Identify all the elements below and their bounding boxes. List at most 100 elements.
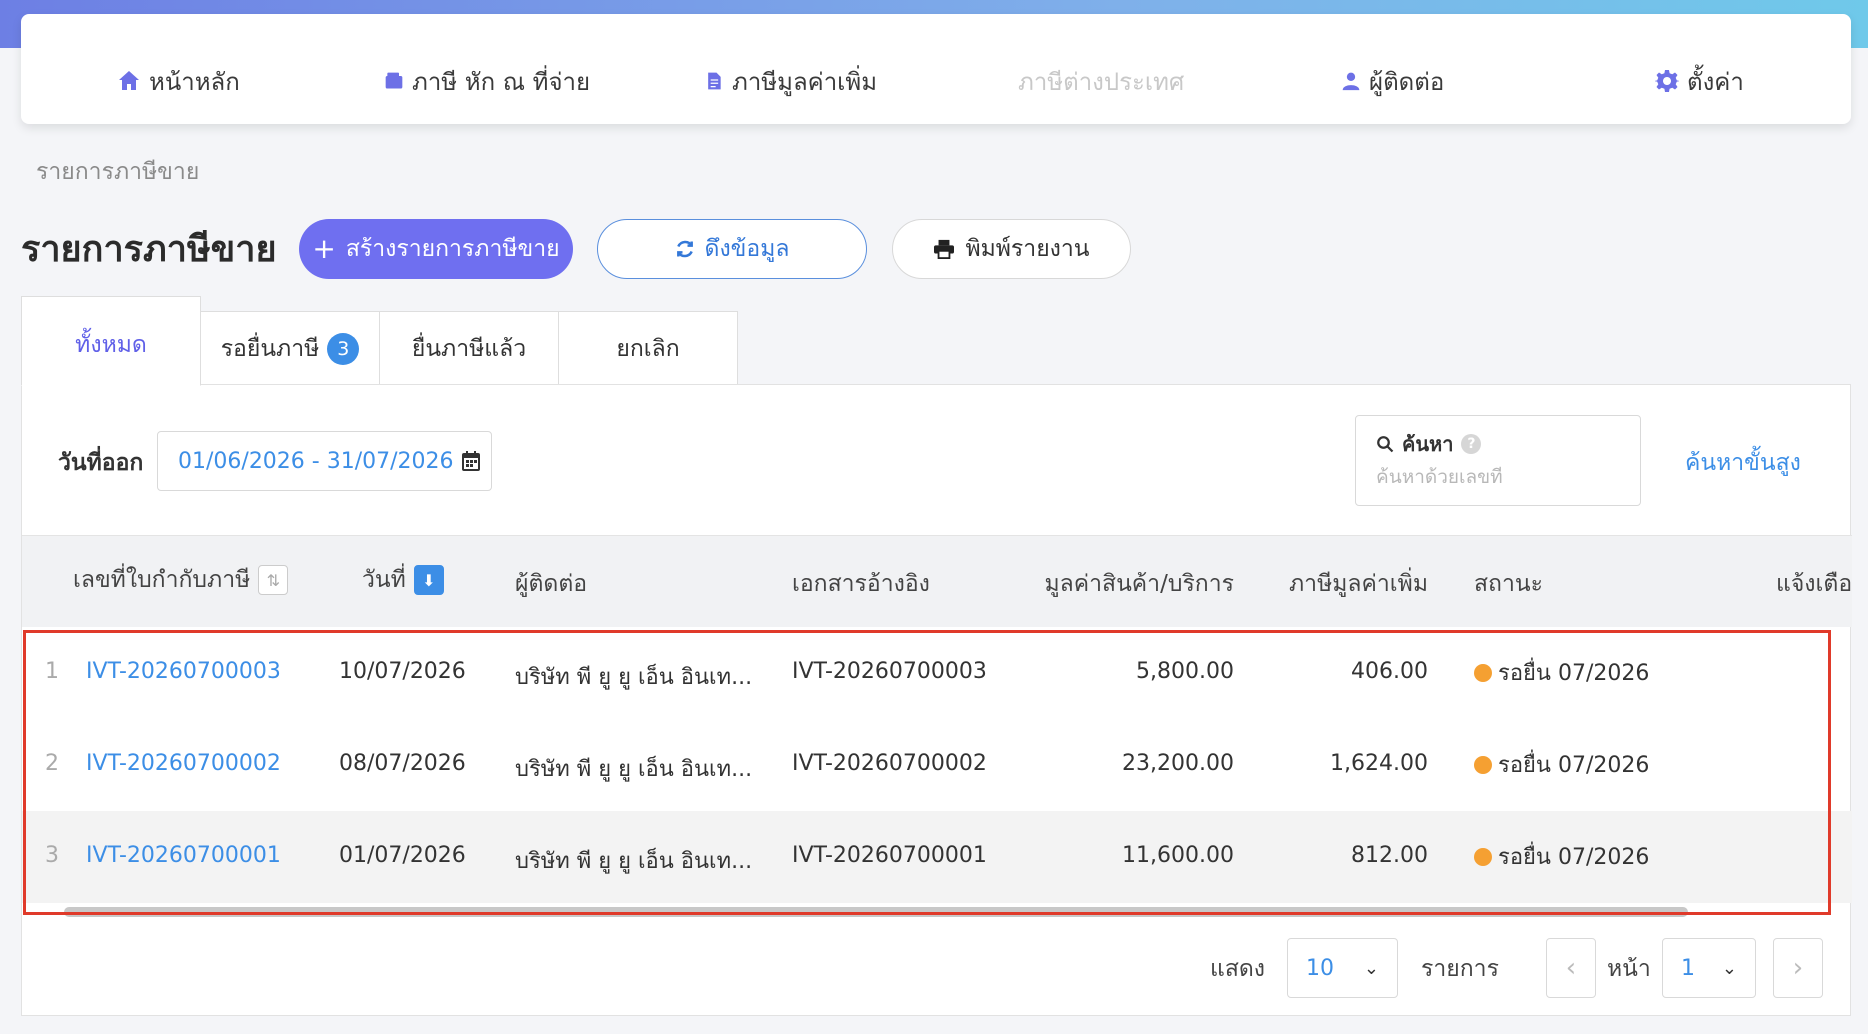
tab-all[interactable]: ทั้งหมด xyxy=(21,296,201,386)
nav-foreign-tax: ภาษีต่างประเทศ xyxy=(1018,64,1184,98)
search-label: ค้นหา xyxy=(1402,432,1454,456)
plus-icon: + xyxy=(312,232,336,265)
nav-withholding[interactable]: ภาษี หัก ณ ที่จ่าย xyxy=(384,64,590,98)
chevron-left-icon: ‹ xyxy=(1565,953,1577,983)
row-status-label: รอยื่น 07/2026 xyxy=(1498,753,1650,778)
row-status-label: รอยื่น 07/2026 xyxy=(1498,845,1650,870)
tab-cancelled[interactable]: ยกเลิก xyxy=(558,311,738,385)
chevron-right-icon: › xyxy=(1792,953,1804,983)
row-vat: 812.00 xyxy=(1351,843,1428,868)
col-contact-label: ผู้ติดต่อ xyxy=(515,571,588,597)
page-label: หน้า xyxy=(1607,956,1651,982)
col-amount: มูลค่าสินค้า/บริการ xyxy=(1022,566,1234,602)
items-label: รายการ xyxy=(1421,956,1499,982)
table-row[interactable]: 3 IVT-20260700001 01/07/2026 บริษัท พี ย… xyxy=(22,811,1852,903)
sales-tax-card: วันที่ออก 01/06/2026 - 31/07/2026 ค้นหา … xyxy=(21,384,1852,1016)
page-size-select[interactable]: 10 ⌄ xyxy=(1287,938,1398,998)
invoice-link[interactable]: IVT-20260700002 xyxy=(86,751,281,776)
advanced-search-link[interactable]: ค้นหาขั้นสูง xyxy=(1685,445,1801,481)
search-icon xyxy=(1377,436,1394,453)
issue-date-label: วันที่ออก xyxy=(58,450,144,476)
nav-settings[interactable]: ตั้งค่า xyxy=(1655,64,1744,98)
wallet-icon xyxy=(385,72,403,89)
next-page-button[interactable]: › xyxy=(1773,938,1823,998)
refresh-icon xyxy=(676,240,693,258)
row-status-label: รอยื่น 07/2026 xyxy=(1498,661,1650,686)
refresh-data-button[interactable]: ดึงข้อมูล xyxy=(597,219,867,279)
nav-home[interactable]: หน้าหลัก xyxy=(117,64,240,98)
date-range-picker[interactable]: 01/06/2026 - 31/07/2026 xyxy=(157,431,492,491)
col-reference: เอกสารอ้างอิง xyxy=(792,566,930,602)
status-dot-icon xyxy=(1474,847,1492,866)
create-sales-tax-button[interactable]: + สร้างรายการภาษีขาย xyxy=(299,219,573,279)
row-date: 10/07/2026 xyxy=(339,659,466,684)
page-select[interactable]: 1 ⌄ xyxy=(1662,938,1756,998)
row-reference: IVT-20260700003 xyxy=(792,659,987,684)
tab-cancelled-label: ยกเลิก xyxy=(616,335,680,362)
nav-settings-label: ตั้งค่า xyxy=(1687,67,1744,96)
nav-vat-label: ภาษีมูลค่าเพิ่ม xyxy=(732,67,878,96)
nav-vat[interactable]: ภาษีมูลค่าเพิ่ม xyxy=(704,64,877,98)
row-date: 01/07/2026 xyxy=(339,843,466,868)
col-notify-label: แจ้งเตือ xyxy=(1776,571,1853,597)
row-amount: 11,600.00 xyxy=(1122,843,1234,868)
prev-page-button[interactable]: ‹ xyxy=(1546,938,1596,998)
tab-filed-label: ยื่นภาษีแล้ว xyxy=(411,335,527,362)
row-reference: IVT-20260700002 xyxy=(792,751,987,776)
row-status: รอยื่น 07/2026 xyxy=(1474,839,1649,874)
help-icon[interactable]: ? xyxy=(1461,434,1482,454)
status-dot-icon xyxy=(1474,663,1492,682)
breadcrumb: รายการภาษีขาย xyxy=(36,159,200,185)
row-contact: บริษัท พี ยู ยู เอ็น อินเท... xyxy=(515,665,753,690)
horizontal-scrollbar[interactable] xyxy=(64,907,1688,917)
home-icon xyxy=(119,71,139,90)
col-amount-label: มูลค่าสินค้า/บริการ xyxy=(1044,571,1234,597)
nav-contacts[interactable]: ผู้ติดต่อ xyxy=(1341,64,1444,98)
row-status: รอยื่น 07/2026 xyxy=(1474,747,1649,782)
tab-pending-label: รอยื่นภาษี xyxy=(220,335,320,362)
tab-filed[interactable]: ยื่นภาษีแล้ว xyxy=(379,311,559,385)
user-icon xyxy=(1342,72,1360,91)
sort-icon[interactable]: ⇅ xyxy=(258,565,289,595)
chevron-down-icon: ⌄ xyxy=(1721,957,1737,979)
invoice-link[interactable]: IVT-20260700001 xyxy=(86,843,281,868)
printer-icon xyxy=(934,239,955,259)
nav-home-label: หน้าหลัก xyxy=(149,67,240,96)
row-amount: 23,200.00 xyxy=(1122,751,1234,776)
page-value: 1 xyxy=(1681,955,1695,981)
row-reference: IVT-20260700001 xyxy=(792,843,987,868)
col-notify: แจ้งเตือ xyxy=(1776,566,1852,602)
print-report-button[interactable]: พิมพ์รายงาน xyxy=(892,219,1131,279)
date-range-value: 01/06/2026 - 31/07/2026 xyxy=(178,448,454,474)
row-amount: 5,800.00 xyxy=(1136,659,1234,684)
row-contact: บริษัท พี ยู ยู เอ็น อินเท... xyxy=(515,849,753,874)
show-label: แสดง xyxy=(1210,956,1266,982)
tab-pending[interactable]: รอยื่นภาษี 3 xyxy=(200,311,380,385)
tab-all-label: ทั้งหมด xyxy=(75,332,147,358)
sort-desc-icon[interactable]: ⬇ xyxy=(413,565,444,595)
search-input[interactable] xyxy=(1376,466,1626,488)
table-header: เลขที่ใบกำกับภาษี ⇅ วันที่ ⬇ ผู้ติดต่อ เ… xyxy=(22,535,1852,627)
row-index: 2 xyxy=(45,751,59,776)
col-date[interactable]: วันที่ ⬇ xyxy=(362,562,444,598)
row-index: 3 xyxy=(45,843,59,868)
row-index: 1 xyxy=(45,659,59,684)
nav-withholding-label: ภาษี หัก ณ ที่จ่าย xyxy=(412,67,591,96)
document-icon xyxy=(708,72,721,90)
row-vat: 406.00 xyxy=(1351,659,1428,684)
col-vat-label: ภาษีมูลค่าเพิ่ม xyxy=(1289,571,1428,597)
col-invoice-no-label: เลขที่ใบกำกับภาษี xyxy=(73,567,251,593)
col-status-label: สถานะ xyxy=(1474,571,1543,597)
table-row[interactable]: 1 IVT-20260700003 10/07/2026 บริษัท พี ย… xyxy=(22,627,1852,719)
create-button-label: สร้างรายการภาษีขาย xyxy=(345,236,560,262)
col-invoice-no[interactable]: เลขที่ใบกำกับภาษี ⇅ xyxy=(73,562,289,598)
table-row[interactable]: 2 IVT-20260700002 08/07/2026 บริษัท พี ย… xyxy=(22,719,1852,811)
invoice-link[interactable]: IVT-20260700003 xyxy=(86,659,281,684)
pending-count-badge: 3 xyxy=(327,332,360,365)
search-box[interactable]: ค้นหา ? xyxy=(1355,415,1641,506)
page-title: รายการภาษีขาย xyxy=(21,229,277,270)
row-contact: บริษัท พี ยู ยู เอ็น อินเท... xyxy=(515,757,753,782)
col-reference-label: เอกสารอ้างอิง xyxy=(792,571,930,597)
row-status: รอยื่น 07/2026 xyxy=(1474,655,1649,690)
print-button-label: พิมพ์รายงาน xyxy=(965,236,1090,262)
